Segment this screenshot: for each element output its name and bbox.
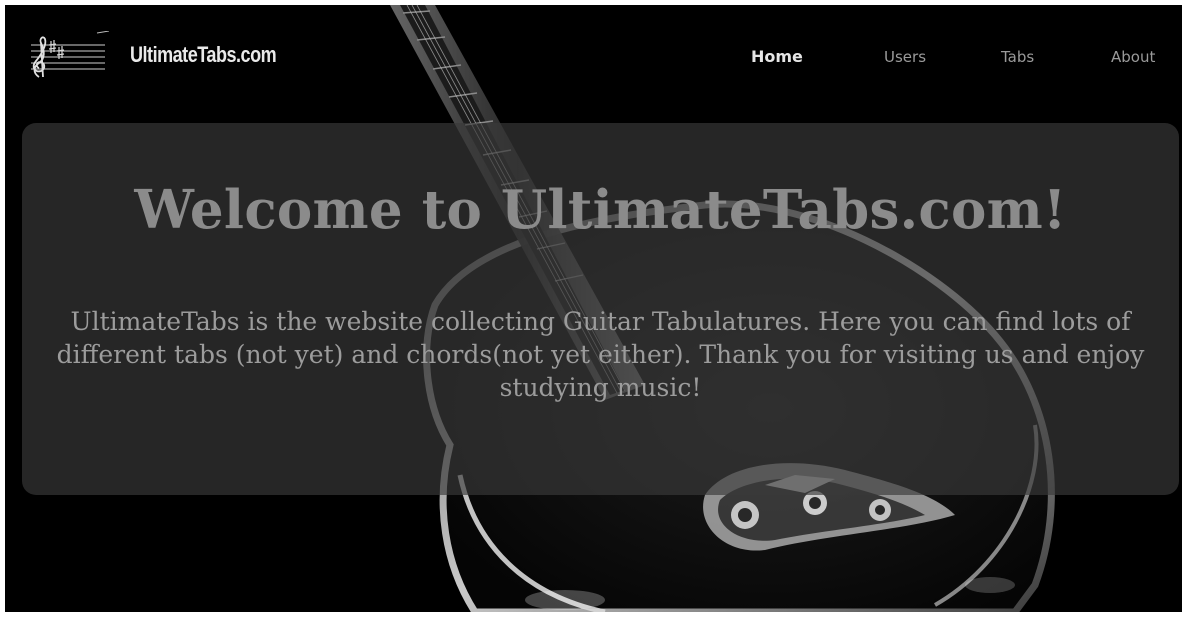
welcome-panel: Welcome to UltimateTabs.com! UltimateTab… [22,123,1179,495]
welcome-title: Welcome to UltimateTabs.com! [134,179,1067,241]
page-frame: UltimateTabs.com Home Users Tabs About W… [5,5,1182,612]
nav-about-link[interactable]: About [1111,48,1155,66]
brand-name[interactable]: UltimateTabs.com [130,42,277,68]
nav-tabs-link[interactable]: Tabs [1001,48,1034,66]
treble-clef-staff-icon[interactable] [27,31,109,81]
nav-users-link[interactable]: Users [884,48,926,66]
nav-home-link[interactable]: Home [751,47,803,66]
welcome-description: UltimateTabs is the website collecting G… [56,307,1145,402]
